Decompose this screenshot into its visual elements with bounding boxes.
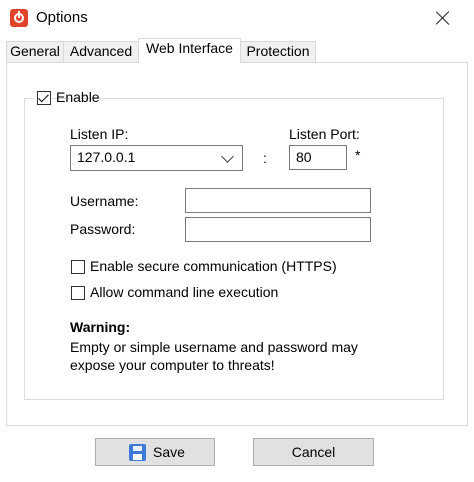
cancel-button[interactable]: Cancel bbox=[253, 438, 374, 466]
listen-port-label: Listen Port: bbox=[289, 126, 360, 142]
save-label: Save bbox=[153, 444, 185, 460]
listen-port-value: 80 bbox=[296, 149, 312, 165]
https-checkbox[interactable] bbox=[71, 260, 85, 274]
enable-checkbox-row[interactable]: Enable bbox=[34, 88, 100, 108]
port-separator: : bbox=[263, 150, 267, 166]
https-label[interactable]: Enable secure communication (HTTPS) bbox=[90, 258, 337, 274]
port-required-marker: * bbox=[355, 147, 361, 163]
floppy-disk-icon bbox=[129, 444, 146, 461]
username-label: Username: bbox=[70, 193, 139, 209]
warning-line-2: expose your computer to threats! bbox=[70, 357, 275, 373]
cmdline-label[interactable]: Allow command line execution bbox=[90, 284, 278, 300]
chevron-down-icon[interactable] bbox=[221, 150, 234, 163]
listen-port-field[interactable]: 80 bbox=[289, 145, 347, 170]
enable-checkbox[interactable] bbox=[37, 91, 51, 105]
close-button[interactable] bbox=[430, 6, 456, 30]
enable-label: Enable bbox=[56, 89, 100, 105]
warning-title: Warning: bbox=[70, 319, 131, 335]
password-field[interactable] bbox=[185, 217, 371, 242]
tab-general[interactable]: General bbox=[6, 41, 64, 62]
window-title: Options bbox=[36, 9, 88, 26]
password-label: Password: bbox=[70, 221, 136, 237]
power-icon bbox=[10, 9, 28, 27]
tab-protection[interactable]: Protection bbox=[240, 41, 316, 62]
username-field[interactable] bbox=[185, 188, 371, 213]
title-bar: Options bbox=[0, 0, 474, 36]
save-button[interactable]: Save bbox=[95, 438, 215, 466]
cmdline-checkbox[interactable] bbox=[71, 286, 85, 300]
tab-advanced[interactable]: Advanced bbox=[63, 41, 139, 62]
tab-web-interface[interactable]: Web Interface bbox=[138, 38, 241, 63]
warning-line-1: Empty or simple username and password ma… bbox=[70, 339, 358, 355]
tab-strip: General Advanced Web Interface Protectio… bbox=[0, 38, 474, 63]
listen-ip-select[interactable]: 127.0.0.1 bbox=[70, 145, 243, 171]
listen-ip-label: Listen IP: bbox=[70, 126, 129, 142]
listen-ip-value: 127.0.0.1 bbox=[77, 149, 136, 165]
